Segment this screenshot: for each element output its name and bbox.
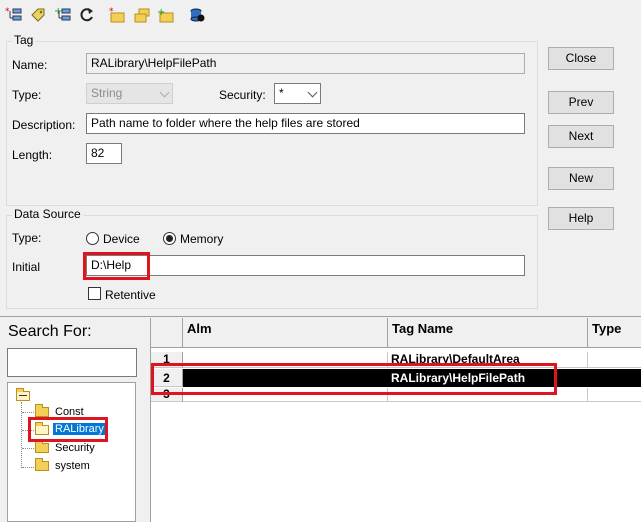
source-type-label: Type: [12, 231, 42, 245]
memory-radio[interactable] [163, 232, 176, 245]
refresh-icon[interactable] [78, 6, 96, 24]
name-label: Name: [12, 58, 48, 72]
tree-item-system[interactable]: system [55, 460, 90, 472]
tree-branch-line [22, 448, 34, 449]
tree-branch-line [22, 430, 34, 431]
toolbar: * + * + [0, 0, 641, 30]
memory-radio-label: Memory [180, 232, 224, 246]
data-source-legend: Data Source [12, 207, 83, 221]
edit-tag-icon[interactable] [29, 6, 47, 24]
grid-cell-alm[interactable] [183, 388, 388, 402]
help-button[interactable]: Help [548, 207, 614, 230]
database-icon[interactable] [188, 6, 206, 24]
description-label: Description: [12, 118, 76, 132]
security-select[interactable]: * [274, 83, 321, 104]
grid-cell-alm[interactable] [183, 352, 388, 368]
grid-corner [151, 318, 183, 348]
retentive-label: Retentive [105, 288, 156, 302]
grid-cell-tag-name[interactable] [388, 388, 588, 402]
grid-cell-type[interactable] [588, 352, 641, 368]
next-button[interactable]: Next [548, 125, 614, 148]
search-label: Search For: [8, 323, 92, 340]
delete-folder-icon[interactable]: * [108, 6, 126, 24]
close-button[interactable]: Close [548, 47, 614, 70]
column-header-alm[interactable]: Alm [183, 318, 388, 348]
row-header[interactable]: 1 [151, 352, 183, 368]
length-field[interactable]: 82 [86, 143, 122, 164]
folder-open-icon [35, 422, 49, 435]
type-select-value: String [91, 86, 123, 100]
folder-open-icon[interactable] [16, 388, 30, 401]
panel-divider [0, 316, 641, 317]
security-select-value: * [279, 86, 284, 100]
search-input[interactable] [7, 348, 137, 377]
folder-icon [35, 404, 49, 417]
grid-cell-tag-name[interactable]: RALibrary\HelpFilePath [388, 369, 588, 387]
chevron-down-icon [307, 87, 318, 98]
folder-icon [35, 458, 49, 471]
duplicate-folder-icon[interactable] [133, 6, 151, 24]
initial-label: Initial [12, 260, 41, 274]
svg-text:*: * [5, 7, 10, 17]
grid-cell-alm[interactable] [183, 369, 388, 387]
name-field[interactable]: RALibrary\HelpFilePath [86, 53, 525, 74]
device-radio-label: Device [103, 232, 140, 246]
chevron-down-icon [159, 87, 170, 98]
new-folder-icon[interactable]: + [157, 6, 175, 24]
initial-field[interactable]: D:\Help [86, 255, 525, 276]
tree-item-security[interactable]: Security [55, 442, 95, 454]
description-field[interactable]: Path name to folder where the help files… [86, 113, 525, 134]
retentive-checkbox[interactable] [88, 287, 101, 300]
add-tag-icon[interactable]: + [54, 6, 72, 24]
device-radio[interactable] [86, 232, 99, 245]
security-label: Security: [219, 88, 266, 102]
new-tag-icon[interactable]: * [5, 6, 23, 24]
new-button[interactable]: New [548, 167, 614, 190]
column-header-tag-name[interactable]: Tag Name [388, 318, 588, 348]
svg-text:*: * [109, 7, 114, 17]
svg-text:+: + [157, 7, 165, 18]
grid-cell-tag-name[interactable]: RALibrary\DefaultArea [388, 352, 588, 368]
folder-icon [35, 440, 49, 453]
tree-item-ralibrary[interactable]: RALibrary [53, 423, 106, 435]
row-header[interactable]: 2 [151, 369, 183, 387]
row-header[interactable]: 3 [151, 388, 183, 402]
tag-grid[interactable]: Alm Tag Name Type 1 RALibrary\DefaultAre… [150, 318, 641, 522]
column-header-type[interactable]: Type [588, 318, 641, 348]
tree-item-const[interactable]: Const [55, 406, 84, 418]
svg-text:+: + [54, 6, 62, 17]
tree-branch-line [22, 412, 34, 413]
tag-group-legend: Tag [12, 33, 36, 47]
folder-tree[interactable]: Const RALibrary Security system [7, 382, 136, 522]
tree-root-collapse-icon [19, 395, 27, 396]
type-select: String [86, 83, 173, 104]
prev-button[interactable]: Prev [548, 91, 614, 114]
type-label: Type: [12, 88, 42, 102]
length-label: Length: [12, 148, 53, 162]
grid-cell-type[interactable] [588, 369, 641, 387]
grid-cell-type[interactable] [588, 388, 641, 402]
tree-branch-line [22, 467, 34, 468]
